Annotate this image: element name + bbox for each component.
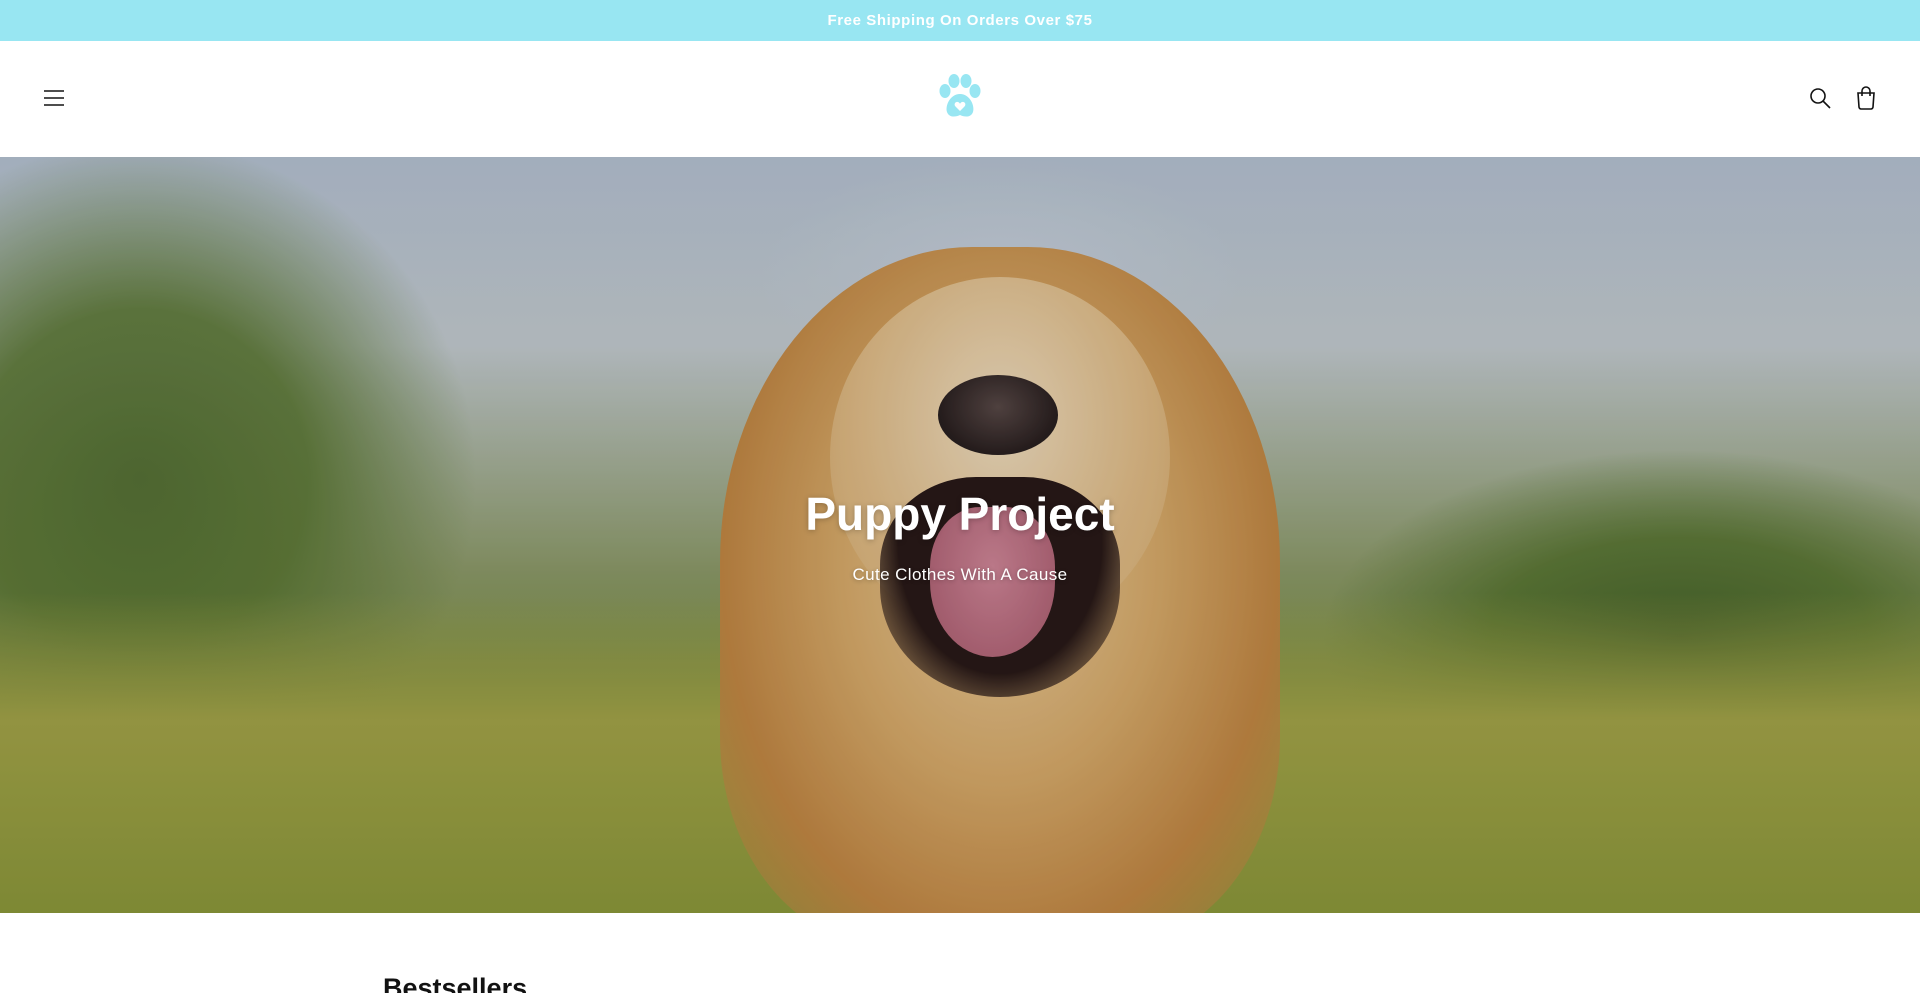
site-header: [0, 41, 1920, 157]
hero-subtitle: Cute Clothes With A Cause: [852, 565, 1068, 584]
site-logo-link[interactable]: [930, 69, 990, 129]
cart-bag-icon: [1855, 85, 1877, 113]
cart-button[interactable]: [1844, 77, 1888, 121]
announcement-bar: Free Shipping On Orders Over $75: [0, 0, 1920, 41]
announcement-text: Free Shipping On Orders Over $75: [827, 12, 1093, 29]
search-button[interactable]: [1798, 77, 1842, 121]
bestsellers-section: Bestsellers: [0, 913, 1920, 993]
header-actions: [1798, 77, 1888, 121]
search-icon: [1809, 87, 1831, 112]
hero-title: Puppy Project: [805, 488, 1115, 540]
hero-banner: Puppy Project Cute Clothes With A Cause: [0, 157, 1920, 913]
menu-button[interactable]: [32, 77, 76, 121]
hero-content: Puppy Project Cute Clothes With A Cause: [0, 487, 1920, 585]
bestsellers-heading: Bestsellers: [383, 973, 528, 993]
hamburger-menu-icon: [43, 89, 65, 110]
paw-heart-icon: [936, 73, 984, 125]
